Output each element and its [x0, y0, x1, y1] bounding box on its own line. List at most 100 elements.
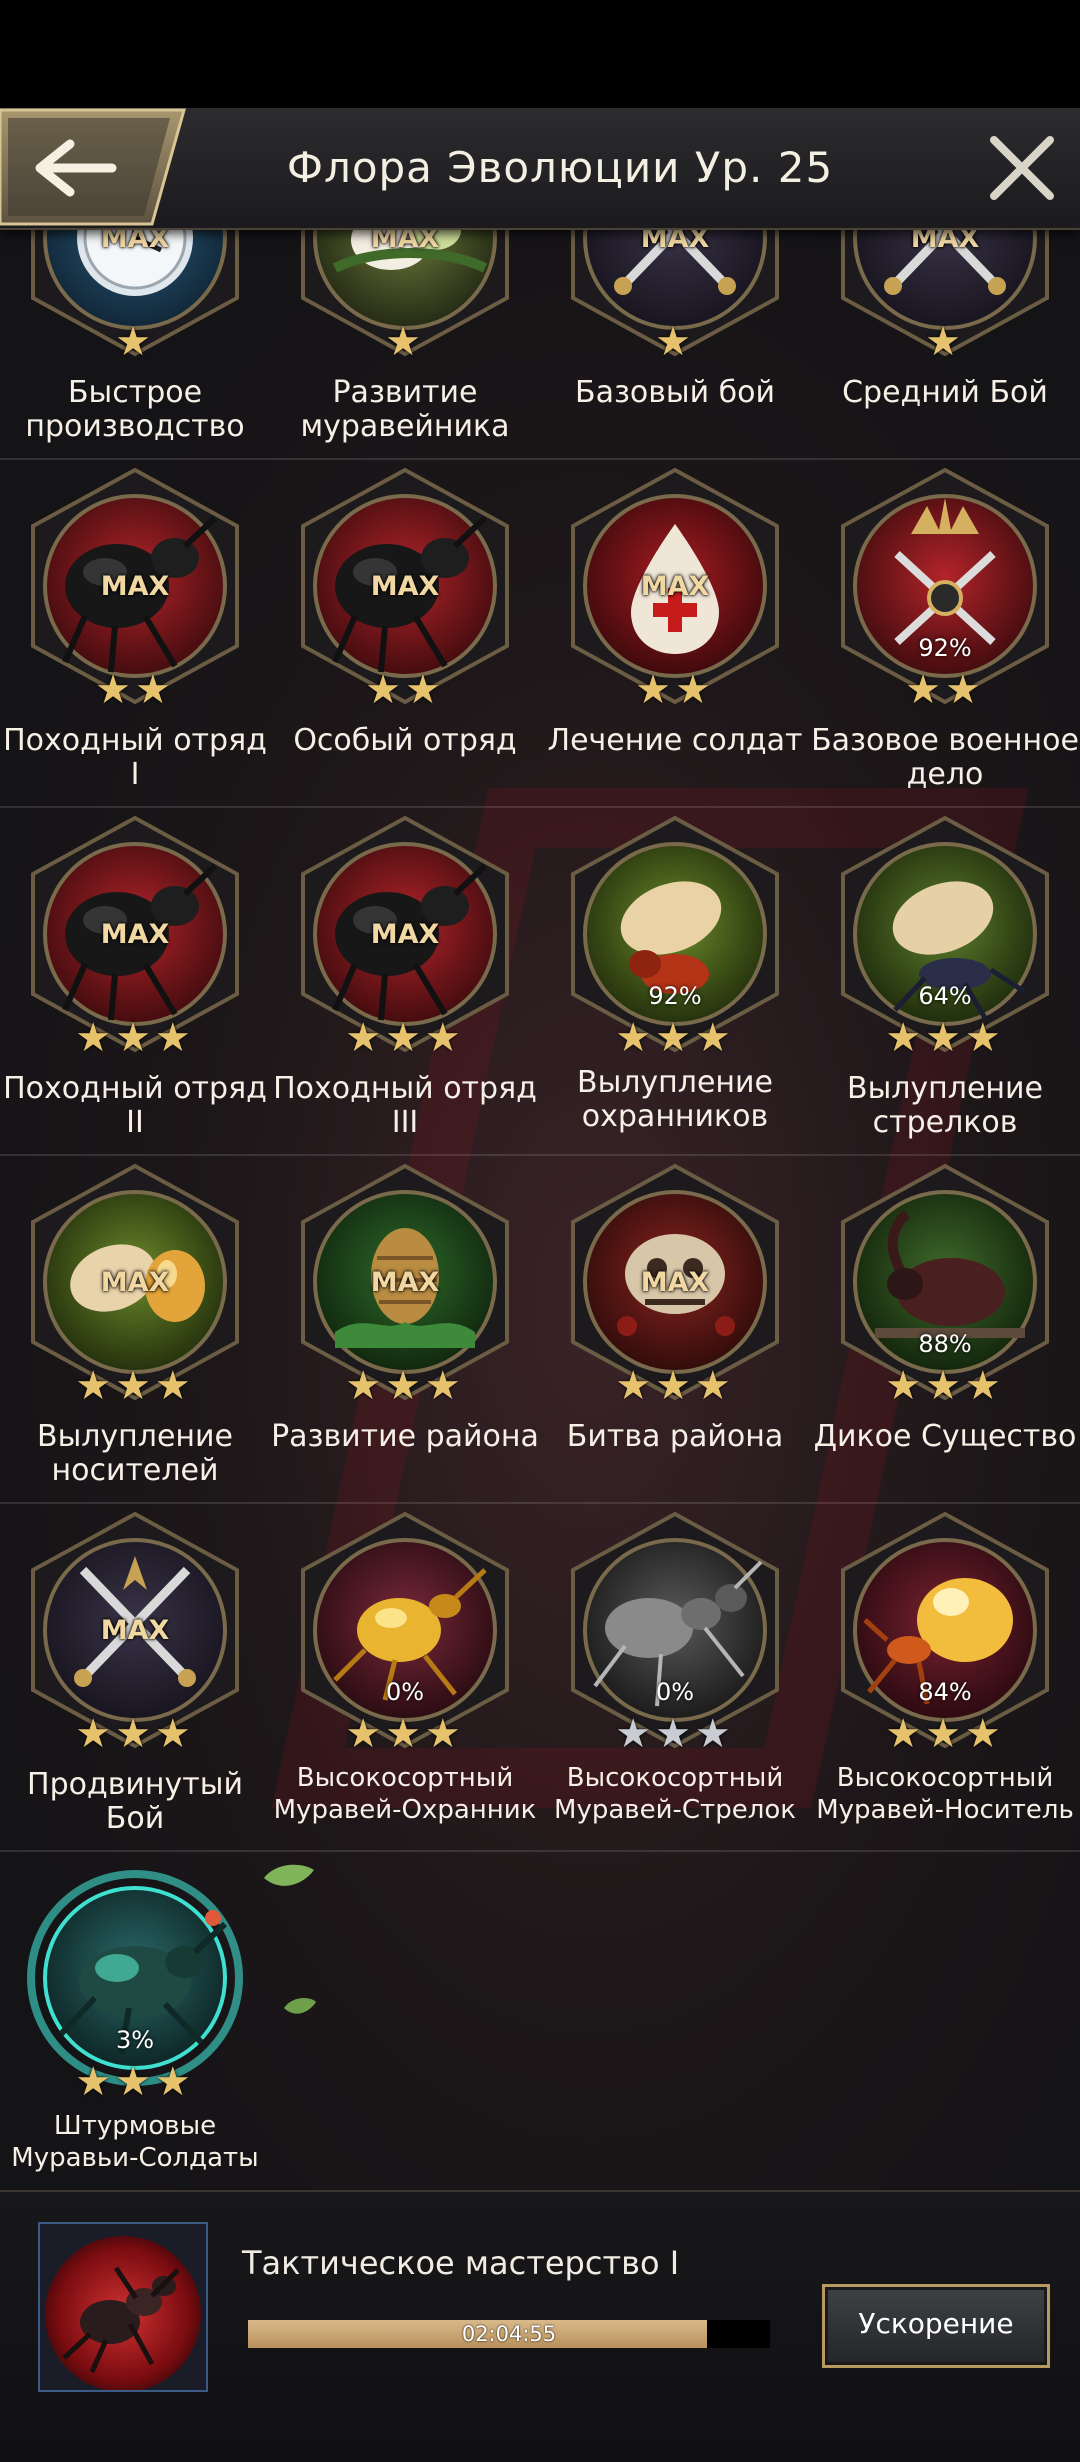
skill-icon: MAX ★★★ — [565, 1162, 785, 1406]
research-progress-bar: 02:04:55 — [248, 2320, 770, 2348]
skill-tile[interactable]: 92% ★★ Базовое военное дело — [810, 466, 1080, 806]
max-badge: MAX — [370, 1267, 440, 1298]
skill-tile[interactable]: MAX ★★★ Вылупление носителей — [0, 1162, 270, 1502]
back-arrow-icon — [0, 108, 186, 226]
skill-tile[interactable]: MAX ★★ Походный отряд I — [0, 466, 270, 806]
skill-label: Дикое Существо — [813, 1419, 1077, 1454]
skill-tile[interactable]: 0% ★★★ Высокосортный Муравей-Охранник — [270, 1510, 540, 1850]
skill-label: Штурмовые Муравьи-Солдаты — [11, 2111, 259, 2173]
max-badge: MAX — [640, 1267, 710, 1298]
star-rating: ★★★ — [615, 1363, 735, 1409]
skill-icon: 3% ★★★ — [25, 1858, 245, 2102]
skill-label: Вылупление стрелков — [846, 1071, 1043, 1140]
skill-tile[interactable]: 0% ★★★ Высокосортный Муравей-Стрелок — [540, 1510, 810, 1850]
row-separator — [0, 1154, 1080, 1156]
leaf-icon — [264, 1864, 314, 1886]
star-rating: ★★★ — [75, 1015, 195, 1061]
skill-tile[interactable]: MAX ★★★ Развитие района — [270, 1162, 540, 1502]
status-bar — [0, 0, 1080, 108]
skill-icon: MAX ★ — [25, 228, 245, 362]
skill-tile[interactable]: 88% ★★★ Дикое Существо — [810, 1162, 1080, 1502]
skill-icon: 0% ★★★ — [295, 1510, 515, 1754]
skill-icon: 92% ★★ — [835, 466, 1055, 710]
skill-tile[interactable]: 64% ★★★ Вылупление стрелков — [810, 814, 1080, 1154]
skill-label: Высокосортный Муравей-Охранник — [273, 1763, 537, 1825]
max-badge: MAX — [100, 919, 170, 950]
skill-label: Высокосортный Муравей-Носитель — [816, 1763, 1074, 1825]
skill-icon: MAX ★ — [835, 228, 1055, 362]
research-queue: Тактическое мастерство I 02:04:55 Ускоре… — [0, 2190, 1080, 2462]
skill-label: Быстрое производство — [25, 375, 245, 444]
progress-percent: 88% — [918, 1330, 972, 1358]
skill-tile[interactable]: 84% ★★★ Высокосортный Муравей-Носитель — [810, 1510, 1080, 1850]
skill-icon: MAX ★★ — [295, 466, 515, 710]
speed-up-label: Ускорение — [858, 2307, 1014, 2340]
skill-tile[interactable]: MAX ★★ Особый отряд — [270, 466, 540, 806]
skill-label: Базовый бой — [574, 375, 776, 410]
skill-label: Особый отряд — [293, 723, 517, 758]
max-badge: MAX — [100, 1267, 170, 1298]
skill-icon: MAX ★★★ — [25, 814, 245, 1058]
skill-icon: 88% ★★★ — [835, 1162, 1055, 1406]
back-button[interactable] — [0, 108, 186, 226]
skill-icon: MAX ★ — [295, 228, 515, 362]
skill-tile[interactable]: MAX ★★★ Походный отряд III — [270, 814, 540, 1154]
header-bar: Флора Эволюции Ур. 25 — [0, 108, 1080, 230]
star-rating: ★★ — [95, 667, 175, 713]
skill-tile[interactable]: MAX ★ Развитие муравейника — [270, 228, 540, 458]
skill-icon: MAX ★★★ — [295, 1162, 515, 1406]
skill-icon: MAX ★★ — [565, 466, 785, 710]
progress-percent: 0% — [655, 1678, 695, 1706]
skill-label: Развитие района — [271, 1419, 539, 1454]
star-rating: ★★★ — [885, 1711, 1005, 1757]
skill-tile[interactable]: MAX ★ Средний Бой — [810, 228, 1080, 458]
skill-tile[interactable]: 92% ★★★ Вылупление охранников — [540, 814, 810, 1154]
skill-icon: MAX ★★★ — [295, 814, 515, 1058]
star-rating: ★★★ — [885, 1363, 1005, 1409]
max-badge: MAX — [100, 571, 170, 602]
max-badge: MAX — [370, 571, 440, 602]
skill-label: Вылупление носителей — [36, 1419, 233, 1488]
skill-tile[interactable]: MAX ★ Быстрое производство — [0, 228, 270, 458]
close-button[interactable] — [980, 126, 1064, 210]
skill-tile[interactable]: 3% ★★★ Штурмовые Муравьи-Солдаты — [0, 1858, 270, 2190]
max-badge: MAX — [910, 228, 980, 254]
speed-up-button[interactable]: Ускорение — [822, 2284, 1050, 2368]
star-rating: ★★★ — [75, 2059, 195, 2105]
max-badge: MAX — [370, 228, 440, 254]
skill-tile[interactable]: MAX ★★★ Продвинутый Бой — [0, 1510, 270, 1850]
star-rating: ★★★ — [615, 1015, 735, 1061]
skill-label: Вылупление охранников — [576, 1065, 773, 1134]
research-timer: 02:04:55 — [461, 2322, 557, 2346]
skill-tile[interactable]: MAX ★★ Лечение солдат — [540, 466, 810, 806]
progress-percent: 84% — [918, 1678, 972, 1706]
max-badge: MAX — [640, 228, 710, 254]
skill-label: Высокосортный Муравей-Стрелок — [554, 1763, 796, 1825]
max-badge: MAX — [640, 571, 710, 602]
skill-label: Продвинутый Бой — [27, 1767, 243, 1836]
red-ant-icon — [45, 2236, 201, 2390]
skill-tile[interactable]: MAX ★ Базовый бой — [540, 228, 810, 458]
skill-label: Битва района — [566, 1419, 784, 1454]
skill-icon: MAX ★★★ — [25, 1162, 245, 1406]
progress-percent: 0% — [385, 1678, 425, 1706]
star-rating: ★★★ — [345, 1711, 465, 1757]
skill-grid[interactable]: MAX ★ Быстрое производство MAX ★ Развитие мур… — [0, 228, 1080, 2190]
skill-icon: 92% ★★★ — [565, 814, 785, 1058]
skill-icon: MAX ★★★ — [25, 1510, 245, 1754]
star-rating: ★ — [925, 319, 965, 365]
star-rating: ★★★ — [615, 1711, 735, 1757]
star-rating: ★★ — [635, 667, 715, 713]
leaf-icon — [284, 1998, 316, 2014]
max-badge: MAX — [100, 1615, 170, 1646]
star-rating: ★★★ — [885, 1015, 1005, 1061]
skill-tile[interactable]: MAX ★★★ Битва района — [540, 1162, 810, 1502]
progress-percent: 3% — [115, 2026, 155, 2054]
research-task-icon[interactable] — [38, 2222, 208, 2392]
star-rating: ★★★ — [75, 1363, 195, 1409]
max-badge: MAX — [370, 919, 440, 950]
skill-tile[interactable]: MAX ★★★ Походный отряд II — [0, 814, 270, 1154]
star-rating: ★★★ — [75, 1711, 195, 1757]
progress-percent: 64% — [918, 982, 972, 1010]
star-rating: ★★★ — [345, 1363, 465, 1409]
